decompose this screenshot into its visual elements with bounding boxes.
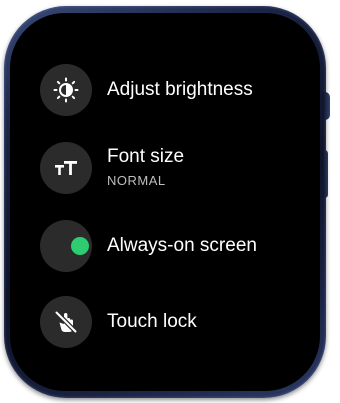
touch-lock-label: Touch lock	[107, 311, 197, 332]
brightness-icon	[53, 77, 79, 103]
font-size-label: Font size	[107, 146, 185, 167]
font-size-item[interactable]: Font size NORMAL	[40, 142, 310, 194]
watch-side-button[interactable]	[323, 150, 328, 198]
watch-screen: Adjust brightness Font size NORMAL Alway…	[10, 13, 320, 391]
font-size-icon	[55, 161, 77, 175]
font-size-value: NORMAL	[107, 173, 166, 188]
touch-lock-item[interactable]: Touch lock	[40, 296, 310, 348]
watch-crown[interactable]	[323, 92, 330, 120]
adjust-brightness-label: Adjust brightness	[107, 79, 253, 100]
always-on-toggle[interactable]	[40, 220, 92, 272]
touch-lock-icon	[54, 310, 78, 334]
toggle-knob	[71, 237, 89, 255]
adjust-brightness-item[interactable]: Adjust brightness	[40, 64, 310, 116]
touch-lock-icon-button	[40, 296, 92, 348]
always-on-screen-item[interactable]: Always-on screen	[40, 220, 310, 272]
font-size-icon-button	[40, 142, 92, 194]
always-on-screen-label: Always-on screen	[107, 235, 257, 256]
brightness-icon-button	[40, 64, 92, 116]
